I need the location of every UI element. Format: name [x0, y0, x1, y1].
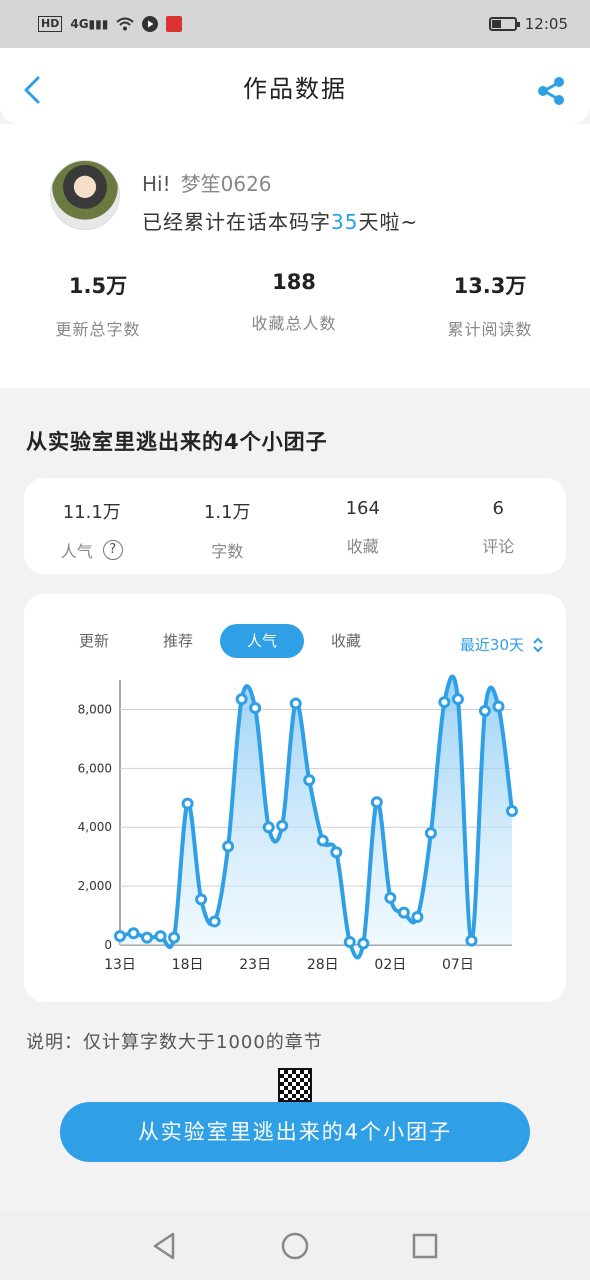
- qr-code: [278, 1068, 312, 1102]
- data-point: [492, 700, 505, 713]
- app-badge-icon: [166, 16, 183, 32]
- stat-total-favorites: 188 收藏总人数: [251, 270, 337, 333]
- data-point: [168, 931, 181, 944]
- data-point: [438, 696, 451, 709]
- data-point: [141, 931, 154, 944]
- cta-subtext: [0, 1176, 590, 1188]
- data-point: [235, 693, 248, 706]
- status-bar: HD 4G▮▮▮ 12:05: [0, 0, 590, 48]
- data-point: [506, 805, 518, 818]
- stat-total-reads: 13.3万 累计阅读数: [447, 274, 533, 339]
- x-tick-label: 23日: [239, 957, 271, 973]
- hd-icon: HD: [38, 16, 63, 32]
- days-count: 35: [331, 210, 359, 234]
- username: 梦笙0626: [180, 172, 272, 196]
- book-stat-comments: 6 评论: [482, 498, 515, 556]
- data-point: [384, 891, 397, 904]
- data-point: [195, 893, 208, 906]
- x-tick-label: 28日: [307, 957, 339, 973]
- data-point: [357, 937, 370, 950]
- data-point: [208, 915, 221, 928]
- x-tick-label: 18日: [172, 957, 204, 973]
- profile-section: Hi! 梦笙0626 已经累计在话本码字35天啦~ 1.5万 更新总字数 188 收藏…: [0, 124, 590, 388]
- avatar[interactable]: [50, 160, 120, 230]
- book-stat-words: 1.1万 字数: [203, 502, 251, 561]
- data-point: [127, 927, 140, 940]
- status-icons: HD 4G▮▮▮: [38, 16, 183, 32]
- y-tick-label: 0: [104, 938, 112, 952]
- back-icon[interactable]: [18, 74, 46, 106]
- data-point: [303, 774, 316, 787]
- y-tick-label: 8,000: [78, 702, 112, 716]
- book-stats-card: 11.1万 人气? 1.1万 字数 164 收藏 6 评论: [24, 478, 566, 574]
- status-time: 12:05: [524, 15, 568, 33]
- help-icon[interactable]: ?: [102, 540, 123, 560]
- share-icon[interactable]: [536, 76, 566, 106]
- battery-icon: [488, 17, 520, 31]
- book-cta-button[interactable]: 从实验室里逃出来的4个小团子: [60, 1102, 530, 1162]
- data-point: [289, 697, 302, 710]
- data-point: [343, 936, 356, 949]
- chart-note: 说明：仅计算字数大于1000的章节: [26, 1032, 323, 1053]
- nav-recents-icon[interactable]: [405, 1226, 445, 1266]
- page-title: 作品数据: [243, 74, 347, 103]
- data-point: [478, 704, 491, 717]
- app-header: 作品数据: [0, 48, 590, 124]
- y-tick-label: 6,000: [78, 761, 112, 775]
- data-point: [370, 796, 383, 809]
- y-tick-label: 2,000: [78, 879, 112, 893]
- data-point: [451, 693, 464, 706]
- data-point: [316, 834, 329, 847]
- data-point: [397, 906, 410, 919]
- data-point: [330, 846, 343, 859]
- book-title: 从实验室里逃出来的4个小团子: [26, 430, 328, 454]
- book-stat-popularity: 11.1万 人气?: [60, 502, 123, 561]
- data-point: [222, 840, 235, 853]
- play-icon: [142, 16, 159, 32]
- wifi-icon: [116, 17, 135, 31]
- x-tick-label: 02日: [374, 957, 406, 973]
- book-stat-favorites: 164 收藏: [345, 498, 380, 556]
- data-point: [154, 930, 167, 943]
- x-tick-label: 07日: [442, 957, 474, 973]
- data-point: [465, 934, 478, 947]
- nav-back-icon[interactable]: [145, 1226, 185, 1266]
- data-point: [262, 821, 275, 834]
- data-point: [249, 701, 262, 714]
- popularity-chart: 0 2,000 4,000 6,000 8,000 13日 18日 23日 28日 02日 07日: [78, 674, 518, 973]
- chart-card: 更新 推荐 人气 收藏 最近30天 0 2,000 4,000 6,000 8,000 1…: [24, 594, 566, 1002]
- data-point: [424, 827, 437, 840]
- data-point: [411, 911, 424, 924]
- data-point: [114, 930, 126, 943]
- data-point: [276, 819, 289, 832]
- greeting: Hi! 梦笙0626: [142, 172, 272, 196]
- data-point: [181, 797, 194, 810]
- stat-total-words: 1.5万 更新总字数: [55, 274, 141, 339]
- signal-4g-icon: 4G▮▮▮: [70, 17, 109, 31]
- y-tick-label: 4,000: [78, 820, 112, 834]
- x-tick-label: 13日: [104, 957, 136, 973]
- nav-home-icon[interactable]: [275, 1226, 315, 1266]
- system-nav-bar: [0, 1212, 590, 1280]
- writing-days: 已经累计在话本码字35天啦~: [142, 210, 419, 234]
- author-stats: 1.5万 更新总字数 188 收藏总人数 13.3万 累计阅读数: [0, 270, 590, 340]
